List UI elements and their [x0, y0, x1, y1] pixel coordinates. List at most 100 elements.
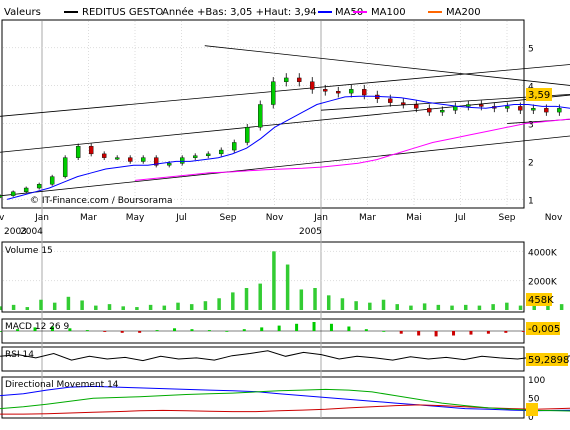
- volume-title: Volume 15: [5, 246, 53, 256]
- candle-body: [427, 108, 432, 113]
- volume-bar: [326, 295, 331, 310]
- volume-bar: [395, 304, 399, 310]
- candle-body: [362, 89, 367, 96]
- volume-bar: [0, 306, 2, 310]
- year-label: 2004: [20, 227, 43, 237]
- x-tick-label: Mai: [406, 213, 422, 223]
- trend-line: [0, 94, 570, 153]
- macd-bar: [521, 331, 525, 332]
- x-tick-label: Nov: [0, 213, 5, 223]
- volume-bar: [450, 305, 454, 310]
- macd-bar: [190, 329, 194, 331]
- volume-bar: [11, 304, 16, 310]
- macd-bar: [434, 331, 438, 337]
- volume-bar: [176, 302, 180, 310]
- volume-bar: [107, 304, 112, 310]
- volume-bar: [231, 292, 235, 310]
- macd-bar: [0, 331, 2, 332]
- macd-bar: [417, 331, 421, 336]
- stock-name-label: REDITUS GESTO: [82, 7, 163, 18]
- volume-bar: [52, 302, 57, 310]
- rsi-title: RSI 14: [5, 350, 34, 360]
- volume-tick-label: 2000K: [528, 278, 558, 288]
- last-price-badge: 3,59: [528, 90, 550, 101]
- x-tick-label: Mar: [80, 213, 97, 223]
- candle-body: [401, 102, 406, 105]
- price-series: [0, 73, 562, 199]
- candle-body: [518, 106, 523, 111]
- volume-bar: [313, 288, 317, 310]
- macd-title: MACD 12 26 9: [5, 322, 69, 332]
- candle-body: [167, 163, 172, 166]
- x-tick-label: Jan: [34, 213, 49, 223]
- macd-bar: [382, 331, 386, 332]
- last-rsi-badge: 59,2898: [528, 355, 569, 366]
- candle-body: [219, 149, 224, 155]
- year-label: 2005: [299, 227, 322, 237]
- candle-body: [531, 108, 536, 111]
- macd-bar: [364, 329, 368, 331]
- volume-bar: [546, 305, 550, 310]
- volume-bar: [299, 289, 304, 310]
- volume-bar: [25, 307, 30, 310]
- macd-bar: [260, 327, 264, 331]
- volume-bar: [162, 305, 167, 310]
- last-dm-badge-bg: [526, 403, 538, 416]
- macd-bar: [120, 331, 124, 333]
- x-tick-label: Mar: [359, 213, 376, 223]
- volume-bar: [381, 299, 386, 310]
- candle-body: [75, 146, 81, 158]
- macd-bar: [277, 325, 281, 331]
- candle-body: [245, 127, 250, 143]
- axis-labels: NovJanMarMayJulSepNovJanMarMaiJulSepNovJ…: [0, 45, 563, 423]
- candle-body: [180, 157, 185, 164]
- volume-bar: [491, 304, 495, 310]
- volume-bar: [39, 299, 43, 310]
- macd-bar: [399, 331, 403, 334]
- y-tick-label: 2: [528, 158, 534, 168]
- candle-body: [23, 187, 29, 193]
- candle-body: [206, 153, 211, 156]
- volume-bar: [203, 301, 208, 310]
- macd-bar: [469, 331, 473, 335]
- macd-bar: [242, 329, 246, 331]
- candle-body: [544, 108, 549, 113]
- y-tick-label: 5: [528, 45, 534, 55]
- y-tick-label: 1: [528, 196, 534, 206]
- macd-bar: [103, 331, 107, 332]
- valeurs-label: Valeurs: [4, 7, 41, 18]
- rsi-line: [0, 350, 570, 362]
- volume-bar: [340, 298, 345, 310]
- candle-body: [49, 176, 55, 185]
- volume-bar: [505, 302, 509, 310]
- candle-body: [140, 157, 146, 162]
- macd-bar: [329, 323, 333, 331]
- candle-body: [10, 191, 16, 196]
- candle-body: [127, 157, 133, 162]
- volume-bar: [135, 307, 139, 310]
- macd-bar: [155, 330, 159, 331]
- volume-bar: [244, 288, 249, 310]
- rsi-series-line: [0, 350, 570, 362]
- candle-body: [271, 81, 276, 105]
- chart-container: Valeurs REDITUS GESTO Année +Bas: 3,05 +…: [0, 0, 570, 430]
- macd-bar: [173, 328, 177, 331]
- volume-bar: [217, 298, 221, 310]
- candle-body: [101, 153, 107, 158]
- ma100-label: MA100: [371, 7, 406, 18]
- candle-body: [62, 157, 68, 177]
- x-tick-label: Nov: [266, 213, 284, 223]
- macd-histogram: [0, 322, 560, 337]
- volume-bar: [436, 304, 441, 310]
- volume-bar: [272, 251, 276, 310]
- macd-bar: [295, 323, 299, 331]
- dm-tick-label: 100: [528, 376, 545, 386]
- volume-panel-frame: [1, 241, 525, 313]
- macd-bar: [85, 330, 89, 331]
- x-tick-label: Jan: [313, 213, 328, 223]
- volume-bar: [477, 305, 482, 310]
- trend-line: [0, 135, 570, 197]
- directional-movement-lines: [0, 385, 570, 415]
- volume-bar: [80, 300, 84, 310]
- macd-bar: [225, 331, 229, 332]
